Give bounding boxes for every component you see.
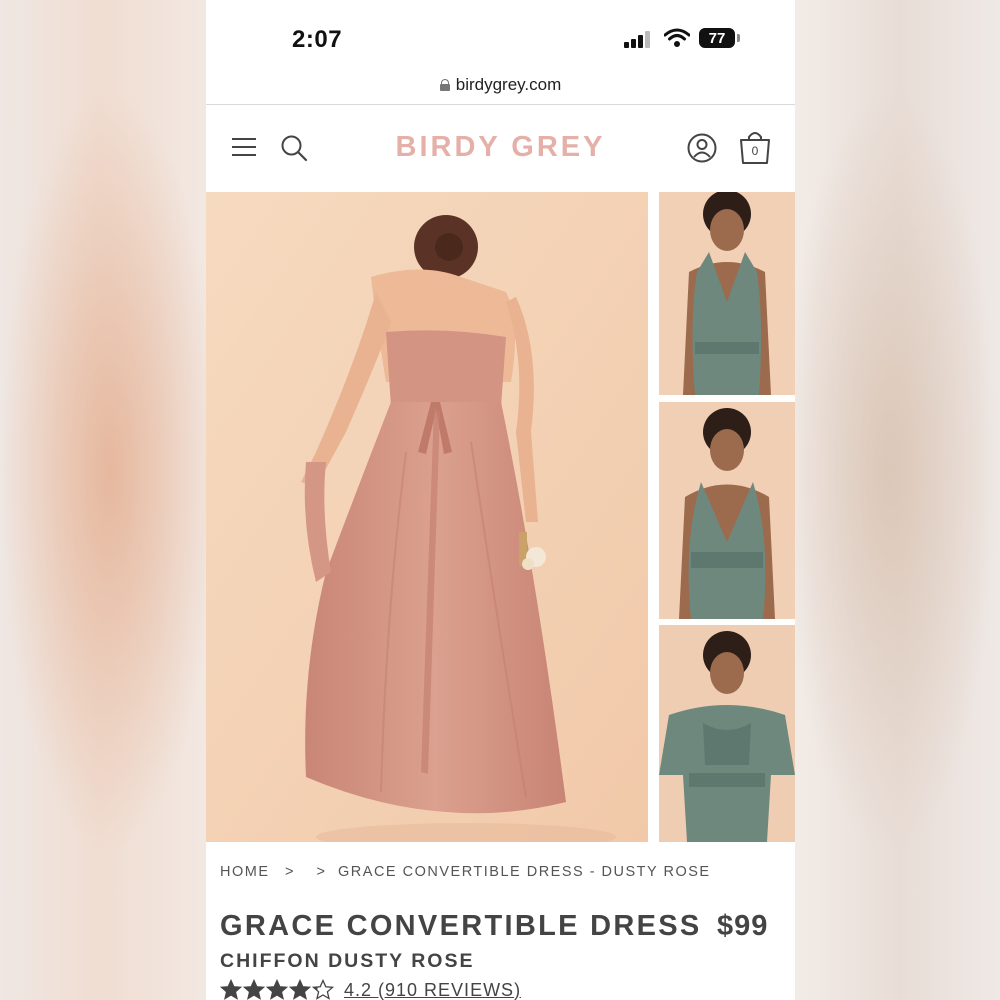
url-text: birdygrey.com — [455, 75, 562, 94]
thumbnail-v-neck[interactable] — [659, 402, 795, 619]
breadcrumb: HOME > > GRACE CONVERTIBLE DRESS - DUSTY… — [220, 864, 711, 880]
cart-count: 0 — [751, 144, 759, 158]
product-rating: 4.2 (910 REVIEWS) — [220, 979, 521, 1000]
star-icon — [312, 979, 334, 1000]
star-icon — [266, 979, 288, 1000]
shopping-bag-icon[interactable]: 0 — [738, 129, 772, 165]
star-icon — [289, 979, 311, 1000]
reviews-link[interactable]: 4.2 (910 REVIEWS) — [344, 980, 521, 1000]
thumbnail-draped-sleeve[interactable] — [659, 625, 795, 842]
signal-icon — [624, 30, 654, 48]
breadcrumb-separator: > — [285, 864, 295, 880]
rating-stars — [220, 979, 334, 1000]
battery-indicator: 77 — [699, 28, 735, 48]
product-price: $99 — [717, 910, 769, 942]
breadcrumb-home[interactable]: HOME — [220, 864, 270, 880]
address-bar[interactable]: birdygrey.com — [206, 72, 795, 98]
lock-icon — [439, 79, 450, 91]
product-title: GRACE CONVERTIBLE DRESS — [220, 910, 702, 942]
star-icon — [220, 979, 242, 1000]
status-time: 2:07 — [292, 26, 343, 53]
breadcrumb-current: GRACE CONVERTIBLE DRESS - DUSTY ROSE — [338, 864, 711, 880]
wifi-icon — [664, 28, 690, 47]
breadcrumb-separator: > — [316, 864, 327, 880]
product-subtitle: CHIFFON DUSTY ROSE — [220, 950, 475, 972]
thumbnail-halter[interactable] — [659, 192, 795, 395]
site-header: BIRDY GREY 0 — [206, 105, 795, 192]
account-icon[interactable] — [687, 133, 717, 163]
phone-screen: 2:07 77 birdygrey.com BIRDY GREY 0 HOME … — [206, 0, 795, 1000]
star-icon — [243, 979, 265, 1000]
battery-cap — [737, 34, 740, 42]
main-product-image[interactable] — [206, 192, 648, 842]
